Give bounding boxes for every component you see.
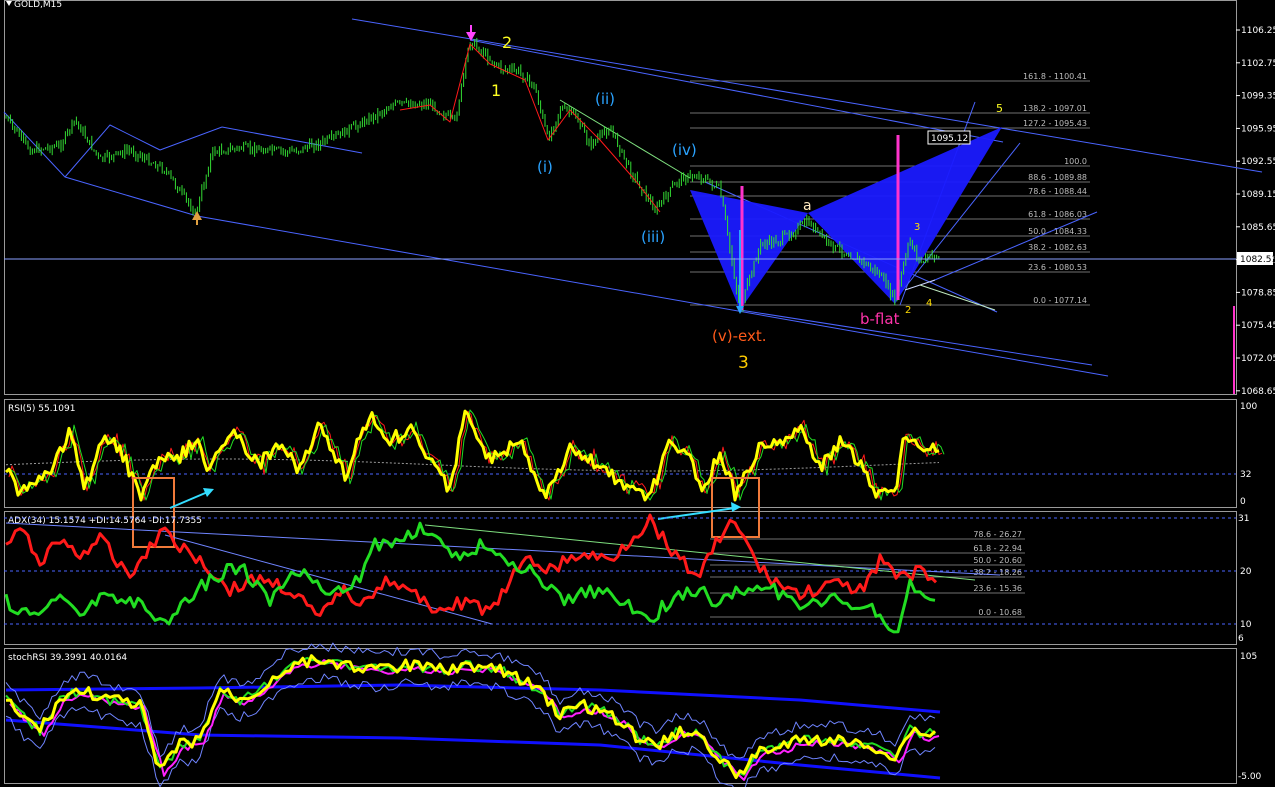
fib-level-label: 88.6 - 1089.88	[1028, 173, 1087, 182]
adx-panel[interactable]: ADX(34) 15.1574 +DI:14.5764 -DI:17.7355 …	[4, 513, 1252, 644]
price-tick-label: 1106.25	[1241, 26, 1275, 36]
fib-level-label: 100.0	[1064, 157, 1087, 166]
stoch-tick-105: 105	[1240, 652, 1257, 662]
price-tick-label: 1102.75	[1241, 59, 1275, 69]
price-panel[interactable]: 161.8 - 1100.41 138.2 - 1097.01 127.2 - 10…	[3, 0, 1275, 397]
adx-tick-6: 6	[1238, 634, 1244, 644]
price-tick-label: 1099.35	[1241, 92, 1275, 102]
fib-level-label: 0.0 - 1077.14	[1033, 296, 1087, 305]
wave-label-i: (i)	[537, 158, 553, 176]
price-tick-label: 1092.55	[1241, 157, 1275, 167]
harmonic-pattern-left[interactable]	[690, 190, 808, 310]
fib-level-label: 78.6 - 1088.44	[1028, 187, 1087, 196]
rsi-lines	[4, 409, 945, 502]
wave-label-iii: (iii)	[641, 228, 665, 246]
trendline	[739, 309, 1093, 366]
rsi-tick-32: 32	[1240, 470, 1251, 480]
harmonic-pattern-right[interactable]	[808, 127, 1002, 304]
trendline	[351, 18, 1263, 173]
adx-fib-label: 23.6 - 15.36	[973, 584, 1022, 593]
adx-tick-10: 10	[1240, 620, 1252, 630]
chart-window: 161.8 - 1100.41 138.2 - 1097.01 127.2 - 10…	[3, 0, 1275, 787]
trendline	[469, 39, 1004, 143]
price-tick-label: 1089.15	[1241, 190, 1275, 200]
stoch-rsi-panel[interactable]: stochRSI 39.3991 40.0164 105 -5.00	[5, 642, 1262, 787]
stoch-tick-min: -5.00	[1238, 772, 1262, 782]
adx-tick-31: 31	[1238, 514, 1249, 524]
price-tick-label: 1075.45	[1241, 321, 1275, 331]
fib-level-label: 138.2 - 1097.01	[1023, 104, 1087, 113]
wave-label-3: 3	[738, 353, 749, 373]
sub-wave-2: 2	[905, 305, 911, 316]
wave-label-ii: (ii)	[595, 90, 615, 108]
main-title: GOLD,M15	[14, 0, 62, 10]
arrow-right	[657, 507, 736, 520]
rsi-signal-dashed	[5, 458, 940, 472]
wave-label-iv: (iv)	[672, 141, 697, 159]
zigzag-red	[469, 43, 661, 213]
trendline-green	[559, 99, 691, 179]
adx-lines	[4, 513, 1001, 634]
wave-label-5: 5	[996, 102, 1003, 115]
sub-wave-3: 3	[914, 222, 920, 233]
price-axis: 1106.25 1102.75 1099.35 1095.95 1092.55 1089.…	[1236, 26, 1275, 397]
wave-label-2: 2	[502, 33, 512, 52]
title-caret-icon	[6, 1, 12, 6]
fib-level-label: 127.2 - 1095.43	[1023, 119, 1087, 128]
rsi-title: RSI(5) 55.1091	[8, 404, 75, 414]
price-box-label: 1095.12	[931, 134, 968, 144]
wave-label-1: 1	[491, 81, 501, 100]
price-tick-label: 1078.85	[1241, 288, 1275, 298]
adx-fib-label: 61.8 - 22.94	[973, 544, 1022, 553]
adx-fib-label: 78.6 - 26.27	[973, 530, 1022, 539]
wave-label-a: a	[803, 198, 812, 214]
arrow-head-right-icon	[731, 502, 741, 512]
stoch-title: stochRSI 39.3991 40.0164	[8, 653, 127, 663]
price-tick-label: 1072.05	[1241, 354, 1275, 364]
fib-level-label: 38.2 - 1082.63	[1028, 243, 1087, 252]
fib-level-label: 23.6 - 1080.53	[1028, 263, 1087, 272]
stoch-lines	[5, 642, 941, 787]
fib-level-label: 61.8 - 1086.03	[1028, 210, 1087, 219]
price-tick-label: 1085.65	[1241, 223, 1275, 233]
fib-level-label: 161.8 - 1100.41	[1023, 72, 1087, 81]
trendline	[64, 176, 198, 217]
wave-label-b-flat: b-flat	[860, 310, 900, 328]
adx-fib-label: 50.0 - 20.60	[973, 556, 1022, 565]
price-tick-label: 1068.65	[1241, 387, 1275, 397]
stoch-k-line	[5, 654, 937, 780]
rsi-tick-0: 0	[1240, 497, 1246, 507]
wave-label-v-ext: (v)-ext.	[712, 327, 767, 345]
adx-tick-20: 20	[1240, 567, 1252, 577]
price-candles	[5, 37, 940, 313]
adx-fib-label: 38.2 - 18.26	[973, 568, 1022, 577]
rsi-yellow-line	[4, 409, 940, 502]
sub-wave-4: 4	[926, 298, 932, 309]
price-tick-label: 1095.95	[1241, 124, 1275, 134]
rsi-tick-100: 100	[1240, 402, 1257, 412]
panel-frames	[4, 0, 1237, 784]
arrow-left	[169, 490, 211, 509]
current-price-label: 1082.51	[1240, 255, 1275, 265]
adx-fib-label: 0.0 - 10.68	[978, 608, 1022, 617]
